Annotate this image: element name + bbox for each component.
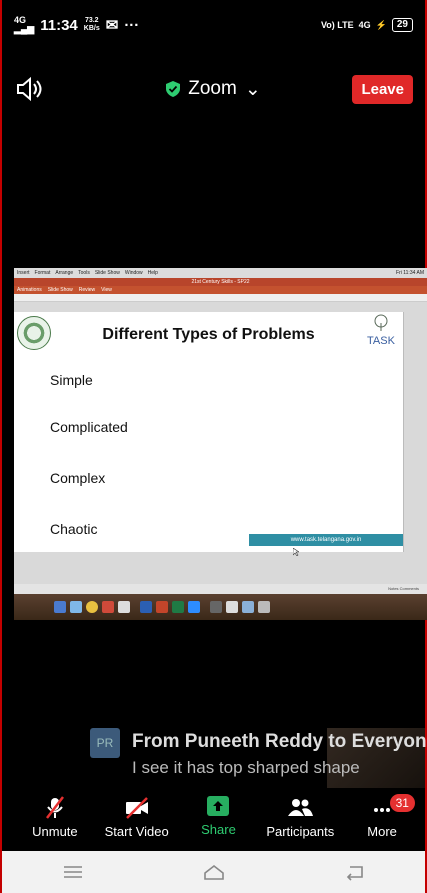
slide-heading: Different Types of Problems [102,326,315,343]
problem-item: Complex [50,470,106,486]
folder-icon [242,601,254,613]
mac-menu-bar: Insert Format Arrange Tools Slide Show W… [14,268,427,278]
more-badge: 31 [389,794,415,812]
app-icon [102,601,114,613]
clock: 11:34 [40,16,78,34]
mic-muted-icon [45,796,64,819]
message-icon: ✉ [105,17,119,34]
powerpoint-icon [156,601,168,613]
signal-icon: ▂▄▆ [14,24,35,34]
mac-menu-item: Slide Show [94,270,120,276]
data-speed: 73.2 KB/s [84,17,100,33]
participants-button[interactable]: Participants [259,796,341,846]
mac-menu-item: Window [124,270,143,276]
tree-icon [374,314,388,331]
app-icon [210,601,222,613]
problem-item: Complicated [50,419,128,435]
mouse-cursor-icon [293,548,299,556]
task-logo-text: TASK [367,335,395,347]
network-4g-label: 4G [358,20,371,30]
shared-screen: Insert Format Arrange Tools Slide Show W… [14,268,427,620]
mac-menu-item: Format [34,270,51,276]
speed-value: 73.2 [84,17,99,24]
android-nav-bar [2,851,425,893]
mac-dock [14,594,427,620]
document-icon [226,601,238,613]
ribbon-tab: Animations [17,287,42,293]
mac-menu-item: Insert [17,270,30,276]
chat-message: I see it has top sharped shape [132,758,360,777]
menu-icon[interactable] [62,863,84,881]
share-button[interactable]: Share [178,796,260,846]
task-logo: TASK [363,314,399,350]
meeting-title-label: Zoom [188,78,237,99]
chrome-icon [86,601,98,613]
ppt-status-bar: Notes Comments [14,584,427,594]
start-video-button[interactable]: Start Video [96,796,178,846]
telangana-emblem-logo [17,316,51,350]
ruler [14,294,427,302]
excel-icon [172,601,184,613]
mac-menu-item: Help [147,270,158,276]
zoom-icon [188,601,200,613]
participants-icon [288,799,314,816]
video-off-icon [125,797,148,819]
start-video-label: Start Video [104,824,169,839]
more-dots-icon: ··· [124,16,140,34]
chat-sender-line: From Puneeth Reddy to Everyone [132,731,427,752]
problem-item: Chaotic [50,521,98,537]
mac-menu-item: Arrange [55,270,74,276]
more-label: More [367,824,397,839]
status-bar: 4G ▂▄▆ 11:34 73.2 KB/s ✉ ··· Vo) LTE 4G … [14,14,413,36]
home-icon[interactable] [203,863,225,881]
shield-check-icon [166,81,181,97]
network-indicator: 4G ▂▄▆ [14,16,34,34]
mac-menu-item: Tools [78,270,90,276]
chevron-down-icon: ⌄ [244,78,261,100]
problem-item: Simple [50,372,93,388]
ribbon-tab: Slide Show [47,287,73,293]
meeting-top-bar: Zoom ⌄ Leave [14,72,413,106]
charging-icon: ⚡ [375,19,387,30]
share-label: Share [201,822,236,837]
volte-label: Vo) LTE [320,20,354,30]
ribbon-tab: Review [78,287,96,293]
trash-icon [258,601,270,613]
ppt-title-bar: 21st Century Skills - SP22 [14,278,427,286]
chat-avatar: PR [90,728,120,758]
chat-preview[interactable]: PR From Puneeth Reddy to Everyone I see … [90,728,427,784]
meeting-title[interactable]: Zoom ⌄ [14,78,413,101]
slide: Different Types of Problems TASK Simple … [14,312,404,556]
mac-clock: Fri 11:34 AM [396,270,424,276]
slide-footer-url: www.task.telangana.gov.in [249,534,403,546]
meeting-toolbar: Unmute Start Video Share Participants 31… [14,794,423,846]
back-icon[interactable] [344,863,366,881]
more-button[interactable]: 31 More [341,794,423,846]
speed-unit: KB/s [83,25,100,32]
share-arrow-icon [207,796,230,816]
app-icon [70,601,82,613]
ribbon-tab: View [101,287,112,293]
finder-icon [54,601,66,613]
unmute-button[interactable]: Unmute [14,796,96,846]
battery-level: 29 [391,18,413,32]
unmute-label: Unmute [32,824,78,839]
ppt-ribbon: Animations Slide Show Review View [14,286,427,294]
app-icon [118,601,130,613]
participants-label: Participants [266,824,335,839]
word-icon [140,601,152,613]
